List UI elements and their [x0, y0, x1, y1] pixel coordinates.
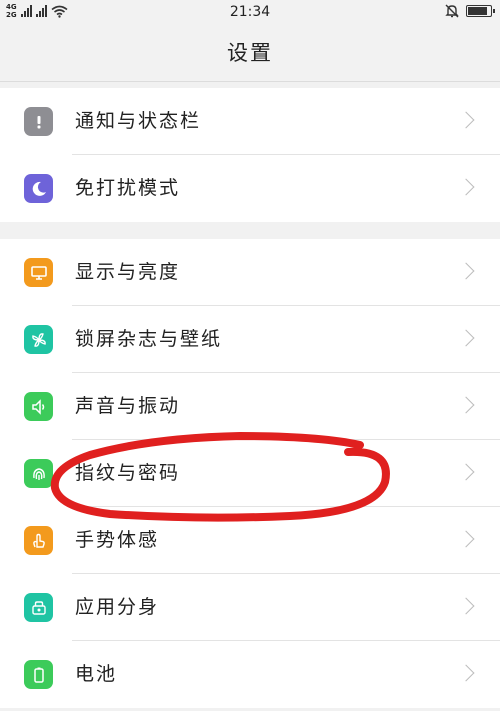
settings-item-label: 指纹与密码 — [75, 462, 181, 484]
settings-item-label: 应用分身 — [75, 596, 160, 618]
settings-item-label: 声音与振动 — [75, 395, 181, 417]
speaker-icon — [24, 392, 53, 421]
chevron-right-icon — [457, 463, 475, 481]
exclamation-icon — [24, 107, 53, 136]
settings-item-sound-vibration[interactable]: 声音与振动 — [0, 373, 500, 440]
settings-item-label: 显示与亮度 — [75, 261, 181, 283]
hand-icon — [24, 526, 53, 555]
settings-item-battery[interactable]: 电池 — [0, 641, 500, 708]
bell-muted-icon — [445, 4, 459, 18]
settings-item-gestures[interactable]: 手势体感 — [0, 507, 500, 574]
chevron-right-icon — [457, 111, 475, 129]
settings-item-label: 电池 — [75, 663, 118, 685]
chevron-right-icon — [457, 664, 475, 682]
settings-item-app-clone[interactable]: 应用分身 — [0, 574, 500, 641]
settings-item-display[interactable]: 显示与亮度 — [0, 239, 500, 306]
fingerprint-icon — [24, 459, 53, 488]
settings-group-1: 通知与状态栏 免打扰模式 — [0, 88, 500, 222]
moon-icon — [24, 174, 53, 203]
settings-item-notifications[interactable]: 通知与状态栏 — [0, 88, 500, 155]
status-right — [444, 3, 495, 19]
chevron-right-icon — [457, 262, 475, 280]
settings-item-label: 通知与状态栏 — [75, 110, 202, 132]
status-bar: 4G 2G 21:34 — [0, 0, 500, 26]
settings-item-fingerprint-password[interactable]: 指纹与密码 — [0, 440, 500, 507]
battery-icon — [466, 5, 495, 17]
page-title: 设置 — [227, 41, 273, 65]
chevron-right-icon — [457, 178, 475, 196]
status-time: 21:34 — [229, 4, 271, 20]
chevron-right-icon — [457, 329, 475, 347]
chevron-right-icon — [457, 396, 475, 414]
settings-item-label: 免打扰模式 — [75, 177, 181, 199]
settings-item-lockscreen-wallpaper[interactable]: 锁屏杂志与壁纸 — [0, 306, 500, 373]
pinwheel-icon — [24, 325, 53, 354]
battery-settings-icon — [24, 660, 53, 689]
display-icon — [24, 258, 53, 287]
settings-item-do-not-disturb[interactable]: 免打扰模式 — [0, 155, 500, 222]
chevron-right-icon — [457, 597, 475, 615]
clone-icon — [24, 593, 53, 622]
page-title-bar: 设置 — [0, 26, 500, 82]
settings-item-label: 锁屏杂志与壁纸 — [75, 328, 223, 350]
chevron-right-icon — [457, 530, 475, 548]
settings-group-2: 显示与亮度 锁屏杂志与壁纸 声音与振动 指纹与密码 手势体感 应用分身 电池 — [0, 239, 500, 708]
settings-item-label: 手势体感 — [75, 529, 160, 551]
